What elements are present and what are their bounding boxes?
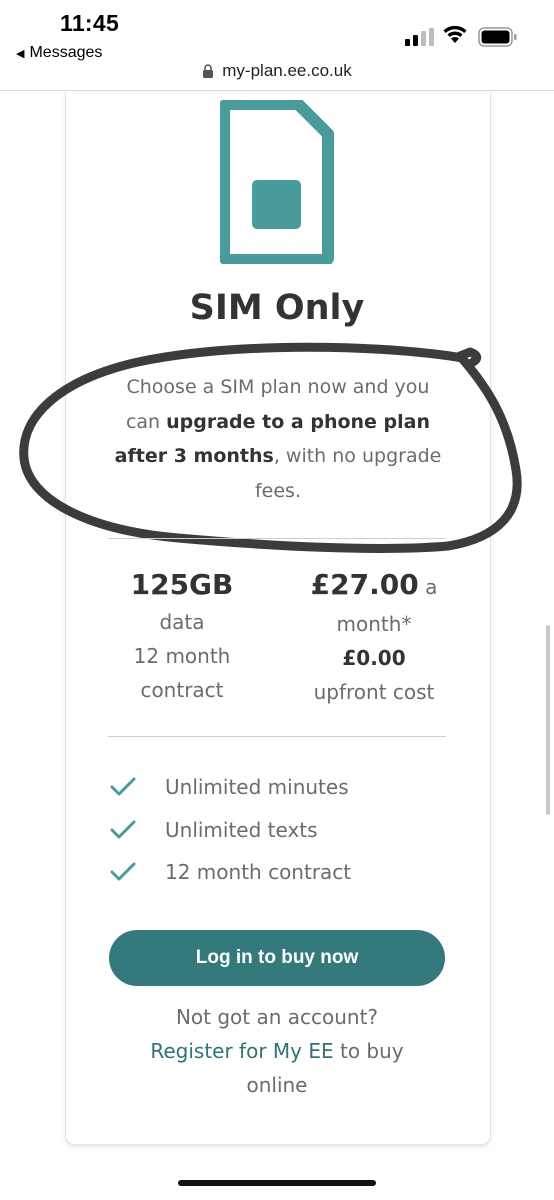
url-text: my-plan.ee.co.uk	[222, 61, 352, 80]
section-divider	[108, 736, 446, 737]
account-prompt: Not got an account?	[175, 1005, 379, 1029]
wifi-icon	[443, 25, 467, 43]
plan-title: SIM Only	[189, 288, 365, 328]
upfront-label: upfront cost	[313, 680, 435, 704]
section-divider	[108, 538, 446, 539]
scrollbar[interactable]	[546, 625, 550, 815]
list-item: Unlimited minutes	[110, 766, 351, 809]
contract-length: 12 month	[133, 644, 231, 668]
list-item: Unlimited texts	[110, 809, 351, 852]
browser-divider	[0, 90, 554, 91]
register-link[interactable]: Register for My EE	[150, 1039, 333, 1063]
checkmark-icon	[110, 862, 136, 881]
feature-label: 12 month contract	[165, 860, 352, 885]
address-bar[interactable]: my-plan.ee.co.uk	[0, 58, 554, 84]
checkmark-icon	[110, 777, 136, 796]
battery-icon	[478, 27, 517, 47]
log-in-to-buy-button[interactable]: Log in to buy now	[109, 930, 445, 986]
status-time: 11:45	[60, 10, 120, 36]
upfront-price: £0.00	[342, 646, 406, 670]
home-indicator[interactable]	[178, 1180, 376, 1186]
plan-description: Choose a SIM plan now and you can upgrad…	[108, 370, 448, 508]
pricing: £27.00 a month* £0.00 upfront cost	[290, 565, 458, 709]
feature-list: Unlimited minutes Unlimited texts 12 mon…	[110, 766, 351, 894]
list-item: 12 month contract	[110, 851, 351, 894]
data-label: data	[159, 610, 205, 634]
checkmark-icon	[110, 820, 136, 839]
data-amount: 125GB	[130, 568, 234, 601]
monthly-price: £27.00	[310, 568, 419, 601]
cellular-signal-icon	[405, 28, 434, 46]
description-text-end: , with no upgrade fees.	[254, 445, 442, 502]
feature-label: Unlimited texts	[165, 817, 318, 842]
sim-card-icon	[220, 100, 334, 264]
feature-label: Unlimited minutes	[165, 775, 349, 800]
lock-icon	[203, 64, 214, 78]
contract-label: contract	[140, 678, 224, 702]
account-note: Not got an account? Register for My EE t…	[120, 1000, 434, 1102]
price-period: month*	[336, 612, 412, 636]
data-allowance: 125GB data 12 month contract	[105, 565, 259, 707]
price-suffix: a	[418, 575, 438, 599]
